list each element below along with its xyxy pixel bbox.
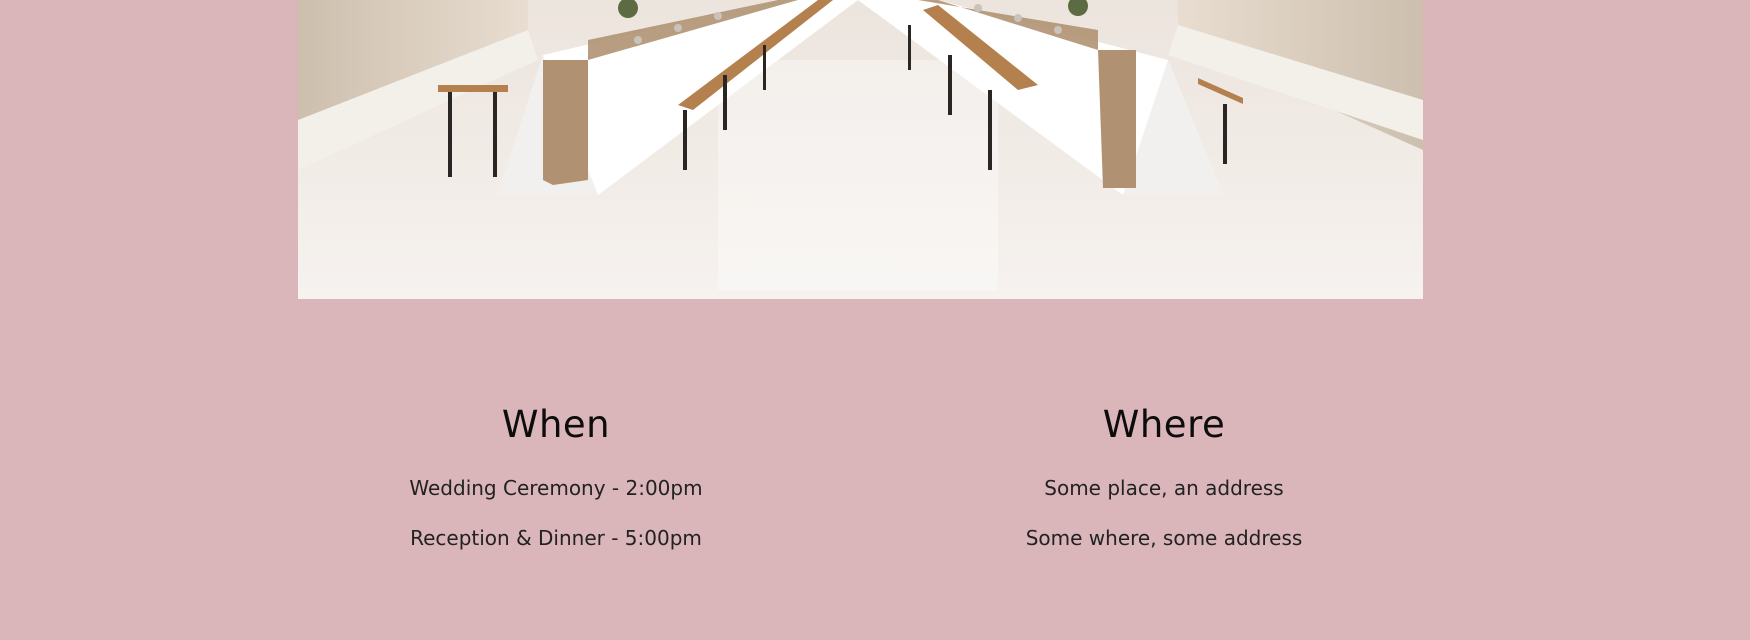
venue-photo bbox=[298, 0, 1423, 299]
ceremony-address: Some place, an address bbox=[1044, 476, 1284, 500]
where-heading: Where bbox=[1102, 403, 1226, 446]
when-section: When Wedding Ceremony - 2:00pm Reception… bbox=[256, 400, 856, 550]
page: When Wedding Ceremony - 2:00pm Reception… bbox=[0, 0, 1750, 640]
when-heading: When bbox=[501, 403, 611, 446]
reception-time: Reception & Dinner - 5:00pm bbox=[410, 526, 702, 550]
venue-photo-illustration bbox=[298, 0, 1423, 299]
where-section: Where Some place, an address Some where,… bbox=[864, 400, 1464, 550]
ceremony-time: Wedding Ceremony - 2:00pm bbox=[409, 476, 703, 500]
reception-address: Some where, some address bbox=[1025, 526, 1303, 550]
